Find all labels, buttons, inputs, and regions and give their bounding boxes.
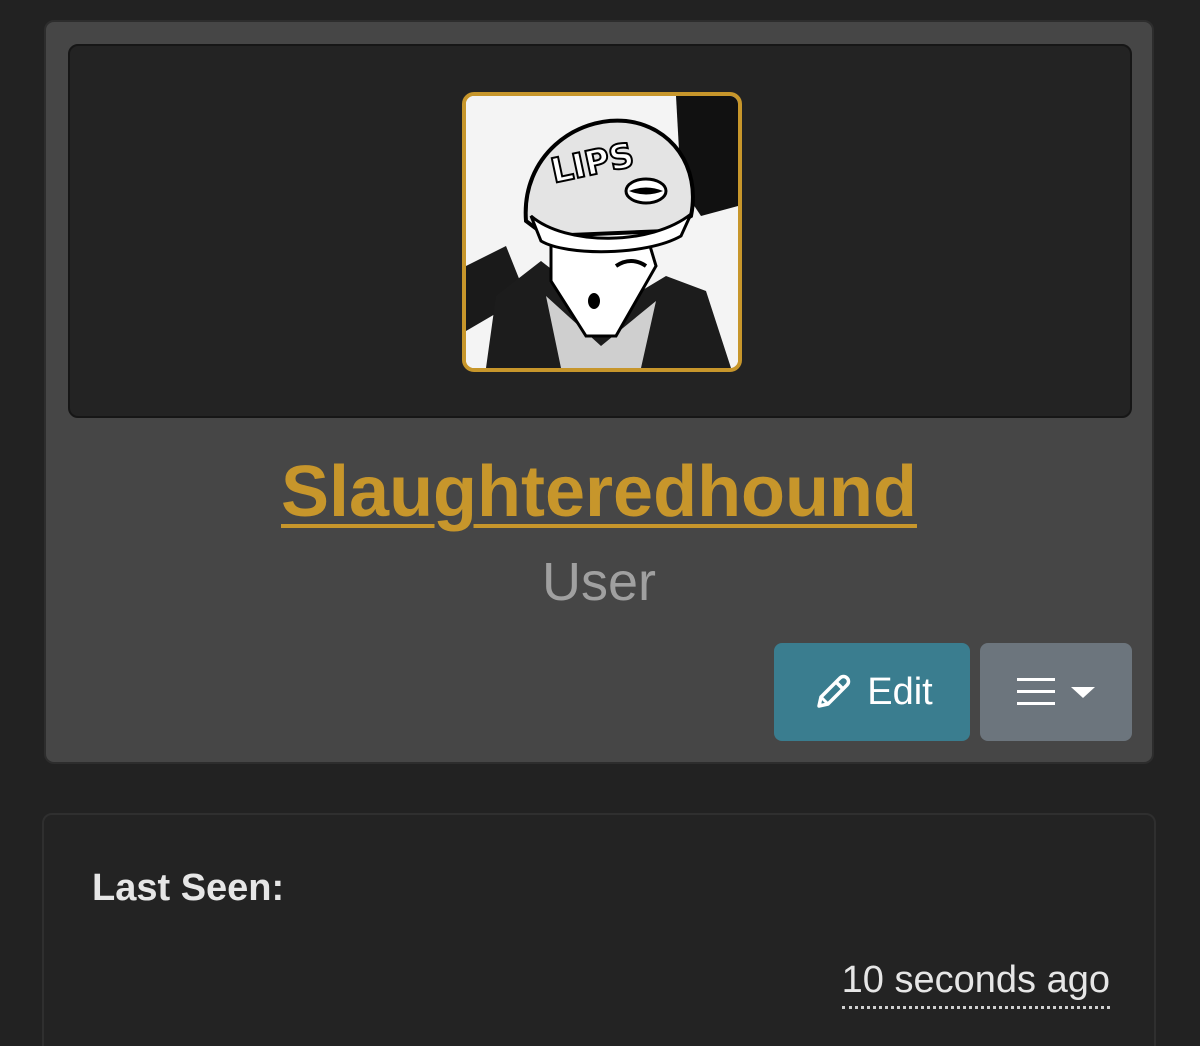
profile-page: LIPS Slaughteredhound User Edit Last See… xyxy=(0,0,1200,1046)
avatar-image: LIPS xyxy=(466,96,738,368)
options-menu-button[interactable] xyxy=(980,643,1132,741)
user-role: User xyxy=(541,552,656,612)
last-seen-label: Last Seen: xyxy=(92,867,285,909)
profile-card: LIPS Slaughteredhound User Edit xyxy=(44,20,1154,764)
edit-button-label: Edit xyxy=(867,670,933,713)
profile-banner: LIPS xyxy=(68,44,1132,418)
caret-down-icon xyxy=(1071,685,1095,699)
last-seen-timestamp[interactable]: 10 seconds ago xyxy=(841,959,1110,1009)
username-link[interactable]: Slaughteredhound xyxy=(281,452,917,532)
username-heading: Slaughteredhound xyxy=(46,452,1152,532)
pencil-icon xyxy=(811,670,855,714)
edit-button[interactable]: Edit xyxy=(774,643,970,741)
hamburger-icon xyxy=(1017,676,1055,708)
avatar[interactable]: LIPS xyxy=(462,92,742,372)
info-card: Last Seen: 10 seconds ago xyxy=(42,813,1156,1046)
